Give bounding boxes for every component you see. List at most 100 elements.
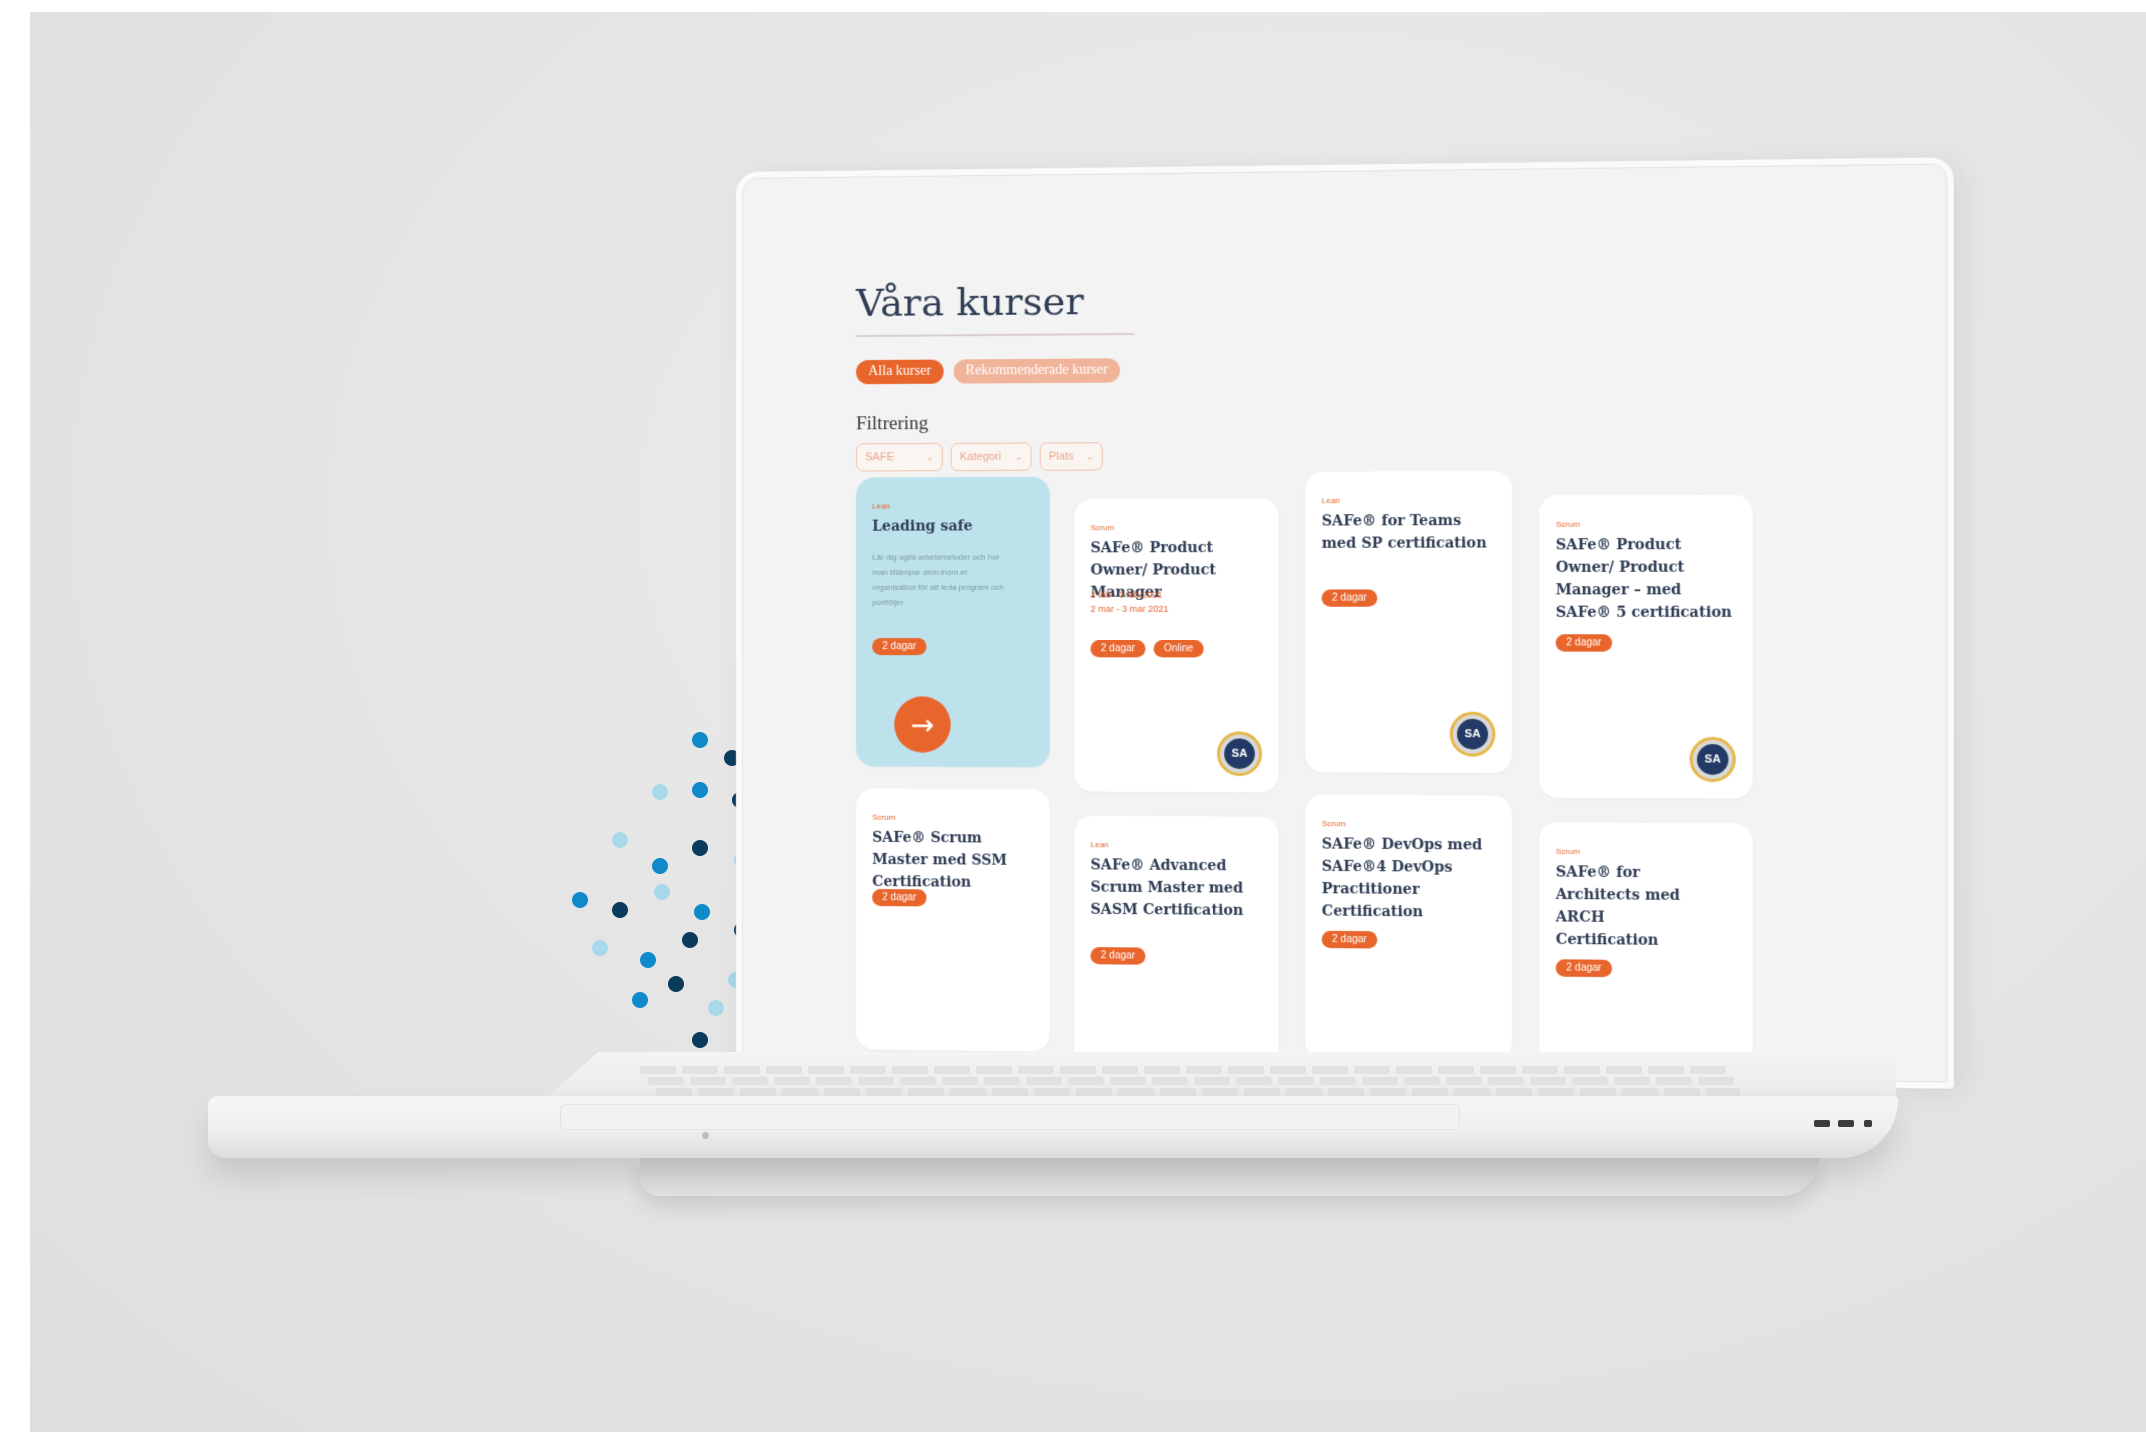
tab-recommended-courses[interactable]: Rekommenderade kurser: [953, 358, 1120, 384]
keyboard-key: [724, 1066, 760, 1074]
decorative-dot: [612, 902, 628, 918]
keyboard-key: [1244, 1088, 1280, 1096]
keyboard-key: [1286, 1088, 1322, 1096]
decorative-dot: [572, 892, 588, 908]
course-card[interactable]: Scrum SAFe® Product Owner/ Product Manag…: [1074, 498, 1279, 793]
chevron-down-icon: ⌄: [1014, 451, 1023, 462]
course-card[interactable]: Lean SAFe® Advanced Scrum Master med SAS…: [1074, 815, 1279, 1081]
keyboard-key: [1068, 1077, 1104, 1085]
keyboard-key: [1404, 1077, 1440, 1085]
course-category: Lean: [1321, 495, 1341, 506]
keyboard-key: [1270, 1066, 1306, 1074]
keyboard-key: [1110, 1077, 1146, 1085]
filter-value: Kategori: [959, 450, 1002, 464]
keyboard-key: [1160, 1088, 1196, 1096]
chevron-down-icon: ⌄: [1085, 450, 1094, 461]
keyboard-key: [824, 1088, 860, 1096]
course-badges: 2 dagar: [1555, 959, 1612, 978]
certification-badge-icon: SA: [1449, 711, 1496, 757]
course-badges: 2 dagar: [1090, 947, 1146, 965]
keyboard-key: [1026, 1077, 1062, 1085]
keyboard-key: [690, 1077, 726, 1085]
keyboard-key: [900, 1077, 936, 1085]
keyboard-key: [908, 1088, 944, 1096]
filter-value: SAFE: [865, 451, 895, 464]
filter-select-category[interactable]: Kategori ⌄: [950, 442, 1032, 472]
keyboard-key: [774, 1077, 810, 1085]
keyboard-key: [992, 1088, 1028, 1096]
keyboard-key: [1412, 1088, 1448, 1096]
keyboard-key: [976, 1066, 1012, 1074]
course-card[interactable]: Scrum SAFe® Scrum Master med SSM Certifi…: [856, 788, 1050, 1052]
power-led: [702, 1132, 709, 1139]
course-card[interactable]: Scrum SAFe® for Architects med ARCH Cert…: [1539, 822, 1753, 1089]
keyboard-key: [1362, 1077, 1398, 1085]
course-badges: 2 dagar: [872, 888, 927, 907]
keyboard-key: [1076, 1088, 1112, 1096]
keyboard-key: [1354, 1066, 1390, 1074]
course-title: SAFe® Advanced Scrum Master med SASM Cer…: [1090, 857, 1244, 919]
arrow-right-icon[interactable]: →: [894, 696, 951, 753]
keyboard-key: [1580, 1088, 1616, 1096]
keyboard-key: [1622, 1088, 1658, 1096]
keyboard-key: [1118, 1088, 1154, 1096]
course-category: Scrum: [1321, 819, 1346, 829]
keyboard-key: [1152, 1077, 1188, 1085]
keyboard-key: [866, 1088, 902, 1096]
course-card[interactable]: Scrum SAFe® DevOps med SAFe®4 DevOps Pra…: [1305, 794, 1513, 1061]
keyboard-key: [1656, 1077, 1692, 1085]
audio-port: [1864, 1120, 1872, 1127]
keyboard-key: [942, 1077, 978, 1085]
decorative-dot: [668, 976, 684, 992]
keyboard-key: [682, 1066, 718, 1074]
duration-badge: 2 dagar: [872, 888, 927, 907]
keyboard-key: [1488, 1077, 1524, 1085]
keyboard-key: [698, 1088, 734, 1096]
keyboard-key: [1438, 1066, 1474, 1074]
decorative-dot: [682, 932, 698, 948]
course-description: Lär dig agila arbetsmetoder och hur man …: [872, 552, 1005, 607]
decorative-dot: [708, 1000, 724, 1016]
duration-badge: 2 dagar: [872, 638, 927, 656]
trackpad: [560, 1104, 1460, 1130]
duration-badge: 2 dagar: [1321, 589, 1378, 607]
filter-select-location[interactable]: Plats ⌄: [1039, 442, 1103, 471]
course-tabs: Alla kurser Rekommenderade kurser: [856, 358, 1120, 385]
keyboard-key: [1614, 1077, 1650, 1085]
decorative-dot: [692, 732, 708, 748]
decorative-dot: [692, 1032, 708, 1048]
keyboard-key: [808, 1066, 844, 1074]
keyboard-key: [1698, 1077, 1734, 1085]
filter-value: Plats: [1048, 450, 1074, 463]
course-title: Leading safe: [872, 518, 973, 535]
tab-all-courses[interactable]: Alla kurser: [856, 359, 944, 385]
duration-badge: 2 dagar: [1555, 959, 1612, 978]
chevron-down-icon: ⌄: [925, 451, 934, 462]
keyboard-key: [1194, 1077, 1230, 1085]
course-card[interactable]: Scrum SAFe® Product Owner/ Product Manag…: [1539, 494, 1753, 799]
certification-badge-icon: SA: [1689, 736, 1736, 783]
keyboard: [640, 1066, 1740, 1096]
course-category: Scrum: [1090, 522, 1115, 533]
decorative-dot: [654, 884, 670, 900]
keyboard-key: [1060, 1066, 1096, 1074]
decorative-dot: [612, 832, 628, 848]
course-card-featured[interactable]: Lean Leading safe Lär dig agila arbetsme…: [856, 476, 1050, 768]
course-badges: 2 dagar: [1555, 634, 1612, 652]
title-underline: [856, 332, 1135, 338]
course-badges: 2 dagar: [872, 638, 927, 656]
course-category: Scrum: [1555, 519, 1580, 529]
decorative-dot: [694, 904, 710, 920]
course-title: SAFe® DevOps med SAFe®4 DevOps Practitio…: [1321, 836, 1483, 921]
keyboard-key: [892, 1066, 928, 1074]
keyboard-key: [1396, 1066, 1432, 1074]
course-card[interactable]: Lean SAFe® for Teams med SP certificatio…: [1305, 470, 1513, 774]
filter-select-safe[interactable]: SAFE ⌄: [856, 443, 943, 472]
course-badges: 2 dagar: [1321, 930, 1378, 949]
decorative-dot: [652, 858, 668, 874]
duration-badge: 2 dagar: [1321, 930, 1378, 949]
keyboard-key: [1312, 1066, 1348, 1074]
keyboard-key: [1496, 1088, 1532, 1096]
keyboard-key: [858, 1077, 894, 1085]
keyboard-key: [850, 1066, 886, 1074]
